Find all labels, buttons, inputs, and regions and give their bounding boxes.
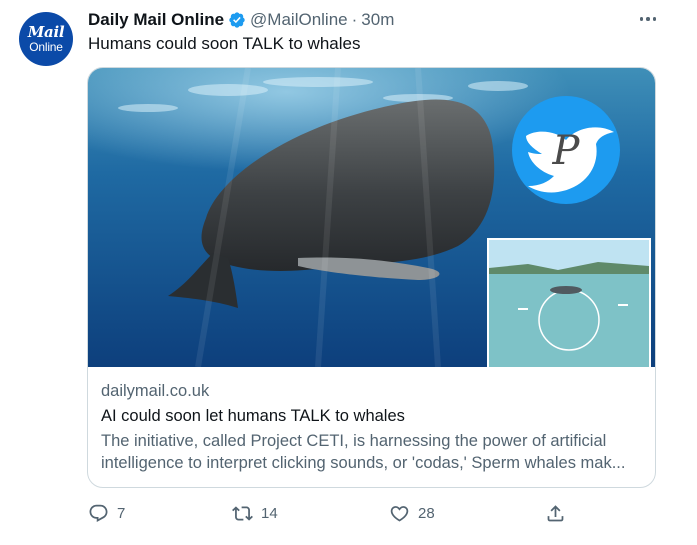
share-icon: [547, 504, 564, 521]
tweet-text: Humans could soon TALK to whales: [88, 34, 361, 53]
avatar[interactable]: Mail Online: [19, 12, 73, 66]
avatar-logo-line2: Online: [29, 40, 63, 54]
card-image[interactable]: P: [88, 68, 655, 367]
card-title: AI could soon let humans TALK to whales: [101, 407, 405, 425]
share-button[interactable]: [545, 498, 566, 528]
reply-icon: [89, 504, 108, 522]
link-card[interactable]: P dailymail.co.uk AI could soon let huma…: [87, 67, 656, 488]
card-description: The initiative, called Project CETI, is …: [101, 432, 626, 472]
separator-dot: ·: [351, 10, 358, 29]
tweet-header: Daily Mail Online @MailOnline · 30m: [88, 9, 394, 31]
like-button[interactable]: 28: [389, 498, 435, 528]
more-options-icon[interactable]: [636, 9, 660, 29]
tweet[interactable]: Mail Online Daily Mail Online @MailOnlin…: [0, 0, 697, 545]
retweet-button[interactable]: 14: [232, 498, 278, 528]
verified-badge-icon: [228, 11, 246, 29]
reply-count: 7: [117, 504, 126, 522]
watermark-letter: P: [552, 128, 581, 174]
project-ceti-diagram-thumbnail: [487, 238, 651, 367]
retweet-icon: [232, 505, 253, 521]
author-name[interactable]: Daily Mail Online: [88, 10, 224, 30]
author-handle[interactable]: @MailOnline: [250, 10, 348, 30]
reply-button[interactable]: 7: [88, 498, 125, 528]
retweet-count: 14: [261, 504, 278, 522]
heart-icon: [390, 505, 409, 522]
tweet-actions: 7 14 28: [0, 498, 697, 528]
like-count: 28: [418, 504, 435, 522]
card-text: dailymail.co.uk AI could soon let humans…: [101, 380, 646, 474]
avatar-logo-line1: Mail: [27, 23, 65, 41]
card-domain: dailymail.co.uk: [101, 382, 210, 400]
tweet-timestamp[interactable]: 30m: [361, 10, 394, 30]
